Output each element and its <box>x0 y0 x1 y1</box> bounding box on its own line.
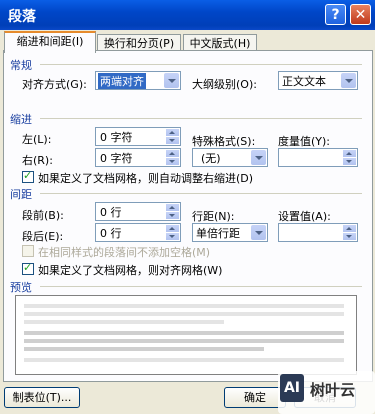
preview-line <box>24 304 344 308</box>
indent-left-label: 左(L): <box>22 133 52 146</box>
special-format-select[interactable]: (无) <box>192 148 268 167</box>
preview-line <box>24 312 344 316</box>
tab-asian-typography-label: 中文版式(H) <box>189 37 251 50</box>
setting-value-spinner[interactable] <box>278 223 358 242</box>
chevron-down-icon <box>251 225 266 240</box>
indent-left-spinner[interactable]: 0 字符 <box>95 127 181 146</box>
no-space-same-style-label: 在相同样式的段落间不添加空格(M) <box>38 246 211 259</box>
indent-divider <box>40 118 362 119</box>
no-space-same-style-checkbox[interactable] <box>22 245 34 257</box>
outline-level-label: 大纲级别(O): <box>192 78 257 91</box>
auto-adjust-right-indent-checkbox[interactable] <box>22 169 34 183</box>
general-divider <box>40 64 362 65</box>
spacing-heading: 间距 <box>10 188 32 201</box>
preview-divider <box>40 286 362 287</box>
paragraph-dialog: 段落 ? ✕ 缩进和间距(I) 换行和分页(P) 中文版式(H) 缩进和间距(I… <box>0 0 375 414</box>
special-format-label: 特殊格式(S): <box>192 135 256 148</box>
tab-indent-spacing-active[interactable]: 缩进和间距(I) <box>4 31 96 53</box>
spin-up-icon[interactable] <box>343 225 356 232</box>
tab-line-page-breaks-label: 换行和分页(P) <box>103 37 175 50</box>
space-before-value: 0 行 <box>100 206 122 219</box>
indent-right-spinner[interactable]: 0 字符 <box>95 148 181 167</box>
indent-right-label: 右(R): <box>22 154 53 167</box>
preview-line <box>24 331 344 335</box>
spin-up-icon[interactable] <box>166 204 179 211</box>
preview-line <box>24 339 344 343</box>
spin-down-icon[interactable] <box>166 158 179 165</box>
tab-indent-spacing-active-label: 缩进和间距(I) <box>16 35 84 48</box>
preview-heading: 预览 <box>10 281 32 294</box>
measure-spinner[interactable] <box>278 148 358 167</box>
tab-stops-button[interactable]: 制表位(T)... <box>4 387 80 408</box>
outline-level-select[interactable]: 正文文本 <box>278 71 358 90</box>
measure-label: 度量值(Y): <box>278 135 331 148</box>
outline-level-value: 正文文本 <box>282 75 326 88</box>
preview-line <box>24 347 264 351</box>
indent-right-value: 0 字符 <box>100 152 133 165</box>
ok-button[interactable]: 确定 <box>224 387 286 408</box>
watermark-logo: AI <box>280 374 304 402</box>
spin-down-icon[interactable] <box>166 137 179 144</box>
preview-pane <box>15 295 357 375</box>
title-bar: 段落 ? ✕ <box>0 0 375 30</box>
spin-down-icon[interactable] <box>166 233 179 240</box>
alignment-label: 对齐方式(G): <box>22 78 87 91</box>
space-after-value: 0 行 <box>100 227 122 240</box>
dialog-title: 段落 <box>8 9 36 25</box>
general-heading: 常规 <box>10 59 32 72</box>
spin-down-icon[interactable] <box>343 158 356 165</box>
spin-down-icon[interactable] <box>343 233 356 240</box>
watermark-text: 树叶云 <box>310 381 356 399</box>
spin-up-icon[interactable] <box>166 150 179 157</box>
spin-up-icon[interactable] <box>166 129 179 136</box>
alignment-value: 两端对齐 <box>98 73 146 89</box>
space-after-label: 段后(E): <box>22 230 64 243</box>
preview-line <box>24 358 344 362</box>
line-spacing-select[interactable]: 单倍行距 <box>192 223 268 242</box>
chevron-down-icon <box>164 73 179 88</box>
watermark: AI 树叶云 <box>278 371 375 414</box>
indent-left-value: 0 字符 <box>100 131 133 144</box>
special-format-value: (无) <box>201 152 221 165</box>
space-before-spinner[interactable]: 0 行 <box>95 202 181 221</box>
snap-to-grid-checkbox[interactable] <box>22 261 34 275</box>
space-after-spinner[interactable]: 0 行 <box>95 223 181 242</box>
spin-down-icon[interactable] <box>166 212 179 219</box>
setting-value-label: 设置值(A): <box>278 210 331 223</box>
line-spacing-value: 单倍行距 <box>196 227 240 240</box>
close-button[interactable]: ✕ <box>350 4 371 25</box>
indent-heading: 缩进 <box>10 113 32 126</box>
auto-adjust-right-indent-label: 如果定义了文档网格，则自动调整右缩进(D) <box>38 172 254 185</box>
chevron-down-icon <box>341 73 356 88</box>
space-before-label: 段前(B): <box>22 209 64 222</box>
spacing-divider <box>40 193 362 194</box>
spin-up-icon[interactable] <box>343 150 356 157</box>
spin-up-icon[interactable] <box>166 225 179 232</box>
help-button[interactable]: ? <box>325 4 346 25</box>
preview-line <box>24 320 224 324</box>
snap-to-grid-label: 如果定义了文档网格，则对齐网格(W) <box>38 264 223 277</box>
chevron-down-icon <box>251 150 266 165</box>
line-spacing-label: 行距(N): <box>192 210 235 223</box>
alignment-select[interactable]: 两端对齐 <box>95 71 181 90</box>
